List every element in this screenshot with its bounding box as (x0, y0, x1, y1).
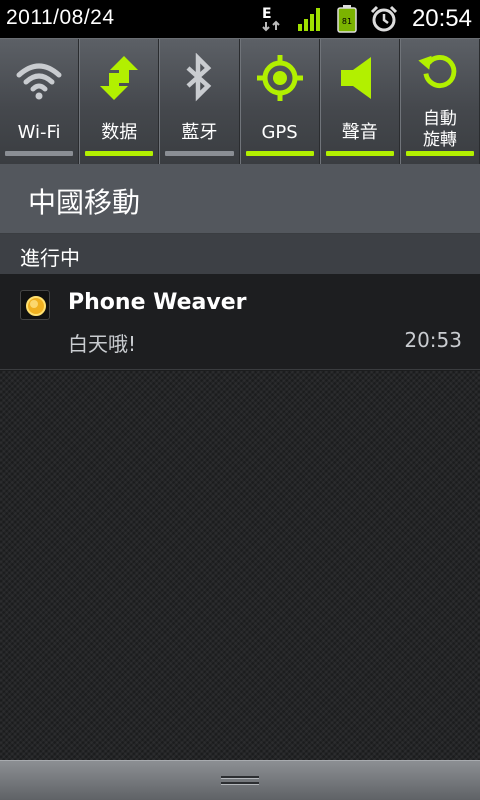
data-status-bar (85, 151, 154, 156)
empty-notification-area (0, 371, 480, 760)
gps-icon (256, 55, 303, 101)
alarm-clock-icon (370, 5, 398, 32)
auto-rotate-label-line2: 旋轉 (422, 130, 457, 150)
carrier-bar: 中國移動 (0, 164, 480, 234)
shade-drag-handle[interactable] (0, 760, 480, 800)
notification-time: 20:53 (404, 328, 462, 352)
edge-data-icon: E (262, 6, 280, 32)
wifi-icon (16, 63, 62, 100)
bluetooth-toggle[interactable]: 藍牙 (159, 39, 240, 164)
speaker-icon (340, 57, 371, 99)
quick-settings-bar: Wi-Fi 数据 藍牙 GPS 聲音 自動 旋轉 (0, 38, 480, 164)
ongoing-label: 進行中 (20, 246, 80, 270)
svg-text:E: E (262, 6, 272, 22)
gps-label: GPS (261, 122, 298, 143)
wifi-toggle[interactable]: Wi-Fi (0, 39, 80, 164)
data-arrows-icon (100, 56, 139, 100)
ongoing-header: 進行中 (0, 234, 480, 274)
rotate-icon (418, 55, 457, 88)
carrier-label: 中國移動 (28, 186, 141, 219)
signal-strength-icon (298, 8, 320, 31)
status-date: 2011/08/24 (6, 6, 115, 29)
battery-icon: 81 (337, 5, 357, 33)
sound-label: 聲音 (341, 122, 378, 143)
bluetooth-icon (186, 53, 212, 102)
sun-icon (20, 290, 50, 320)
bluetooth-status-bar (165, 151, 234, 156)
wifi-status-bar (5, 151, 74, 156)
svg-text:81: 81 (342, 17, 352, 26)
auto-rotate-label: 自動 旋轉 (401, 109, 479, 151)
status-time: 20:54 (411, 5, 472, 32)
gps-status-bar (245, 151, 314, 156)
auto-rotate-toggle[interactable]: 自動 旋轉 (399, 39, 480, 164)
grip-lines-icon (221, 776, 259, 786)
notification-item[interactable]: Phone Weaver 白天哦! 20:53 (0, 274, 480, 370)
wifi-label: Wi-Fi (17, 122, 61, 143)
bluetooth-label: 藍牙 (181, 122, 218, 143)
data-toggle[interactable]: 数据 (79, 39, 160, 164)
notification-shade: 2011/08/24 E 81 20:54 Wi-Fi 数据 藍牙 GPS 聲音… (0, 0, 480, 800)
sound-status-bar (325, 151, 394, 156)
notification-title: Phone Weaver (68, 290, 247, 315)
status-bar: 2011/08/24 E 81 20:54 (0, 0, 480, 38)
gps-toggle[interactable]: GPS (239, 39, 320, 164)
data-label: 数据 (101, 122, 138, 143)
auto-rotate-label-line1: 自動 (422, 109, 457, 129)
auto-rotate-status-bar (405, 151, 475, 156)
notification-message: 白天哦! (68, 332, 137, 356)
sound-toggle[interactable]: 聲音 (319, 39, 400, 164)
